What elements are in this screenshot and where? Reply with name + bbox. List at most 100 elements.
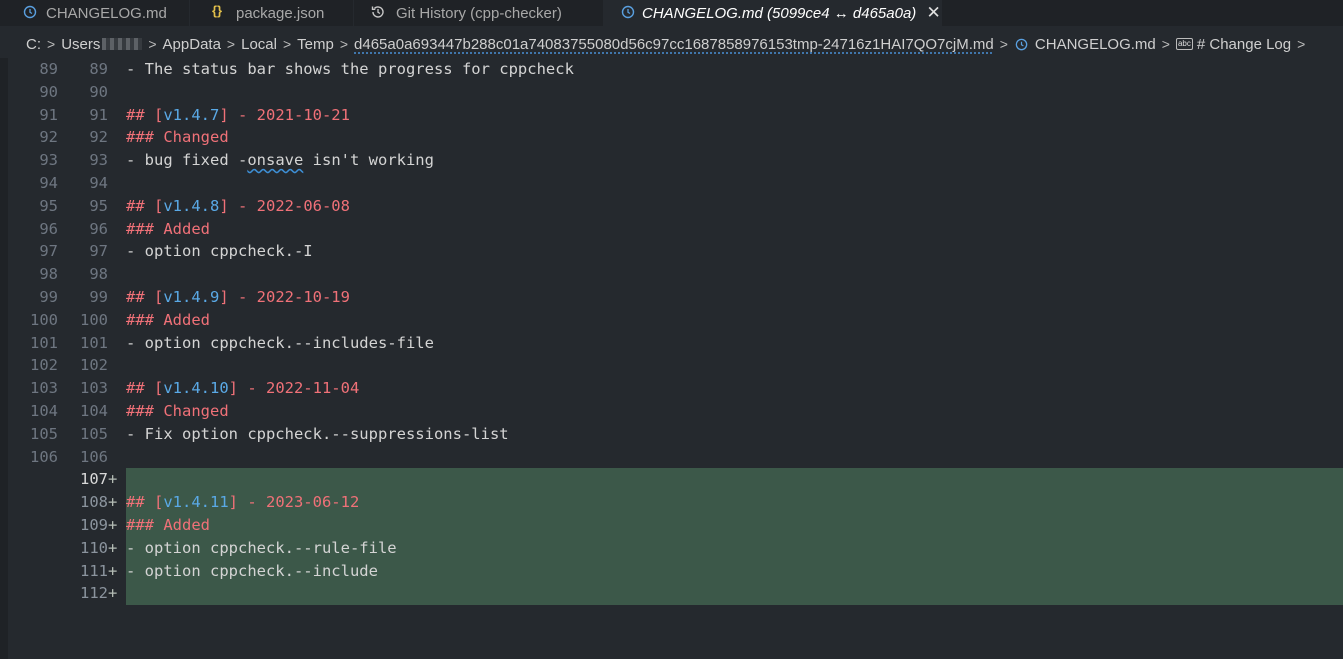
code-token: ] - 2022-10-19 xyxy=(219,288,350,306)
close-icon[interactable]: ✕ xyxy=(926,3,941,23)
modified-line-number: 90 xyxy=(89,82,108,101)
version-link[interactable]: v1.4.8 xyxy=(163,197,219,215)
code-line[interactable]: 97 97 - option cppcheck.-I xyxy=(0,240,1343,263)
version-link[interactable]: v1.4.9 xyxy=(163,288,219,306)
added-code-line[interactable]: 111 + - option cppcheck.--include xyxy=(0,559,1343,583)
code-line[interactable]: 102 102 xyxy=(0,354,1343,377)
breadcrumb-users[interactable]: Users xyxy=(61,36,100,53)
code-line[interactable]: 106 106 xyxy=(0,446,1343,469)
diff-editor[interactable]: 89 89 - The status bar shows the progress … xyxy=(0,58,1343,659)
original-line-number: 96 xyxy=(39,219,58,238)
original-line-number: 89 xyxy=(39,60,58,78)
tab-changelog-diff[interactable]: CHANGELOG.md (5099ce4 ↔ d465a0a) ✕ xyxy=(604,0,942,26)
code-line[interactable]: 103 103 ## [v1.4.10] - 2022-11-04 xyxy=(0,377,1343,400)
code-line[interactable]: 91 91 ## [v1.4.7] - 2021-10-21 xyxy=(0,104,1343,127)
modified-line-number: 92 xyxy=(89,128,108,147)
chevron-right-icon: > xyxy=(1161,36,1170,52)
original-line-number: 97 xyxy=(39,242,58,261)
chevron-right-icon: > xyxy=(1297,36,1306,52)
code-text: - The status bar shows the progress for … xyxy=(126,58,574,81)
tab-changelog[interactable]: CHANGELOG.md xyxy=(0,0,190,26)
code-line[interactable]: 93 93 - bug fixed -onsave isn't working xyxy=(0,149,1343,172)
string-symbol-icon: abc xyxy=(1175,38,1193,50)
code-token: ### Added xyxy=(126,219,210,238)
modified-line-number: 106 xyxy=(80,447,108,466)
code-line[interactable]: 90 90 xyxy=(0,81,1343,104)
version-link[interactable]: v1.4.7 xyxy=(163,106,219,124)
code-token: - option cppcheck.-I xyxy=(126,242,313,261)
code-line[interactable]: 96 96 ### Added xyxy=(0,218,1343,241)
code-line[interactable]: 104 104 ### Changed xyxy=(0,400,1343,423)
code-line[interactable]: 99 99 ## [v1.4.9] - 2022-10-19 xyxy=(0,286,1343,309)
code-line[interactable]: 94 94 xyxy=(0,172,1343,195)
code-text: ## [v1.4.9] - 2022-10-19 xyxy=(126,286,350,309)
breadcrumb-drive[interactable]: C: xyxy=(26,36,41,53)
original-line-number: 99 xyxy=(39,288,58,306)
code-text: - option cppcheck.--rule-file xyxy=(126,537,397,560)
code-token: ### Added xyxy=(126,516,210,534)
added-line-highlight xyxy=(126,514,1343,537)
code-token: - option cppcheck.--rule-file xyxy=(126,538,397,557)
modified-line-number: 110 xyxy=(80,538,108,557)
code-token: - The status bar shows the progress for … xyxy=(126,60,574,78)
breadcrumb-temp[interactable]: Temp xyxy=(297,36,334,53)
breadcrumb-appdata[interactable]: AppData xyxy=(163,36,221,53)
original-line-number: 93 xyxy=(39,151,58,170)
code-text: ### Changed xyxy=(126,400,229,423)
code-text: - option cppcheck.--include xyxy=(126,560,378,583)
modified-line-number: 104 xyxy=(80,402,108,420)
breadcrumb-symbol[interactable]: # Change Log xyxy=(1197,36,1291,53)
tab-package-json[interactable]: {} package.json xyxy=(190,0,354,26)
original-line-number: 94 xyxy=(39,174,58,192)
code-token: ### Changed xyxy=(126,128,229,147)
modified-line-number: 107 xyxy=(80,470,108,489)
code-line[interactable]: 92 92 ### Changed xyxy=(0,126,1343,149)
tab-label: package.json xyxy=(236,4,325,22)
chevron-right-icon: > xyxy=(339,36,349,52)
breadcrumb: C: > Users > AppData > Local > Temp > d4… xyxy=(0,33,1343,55)
code-line[interactable]: 100 100 ### Added xyxy=(0,309,1343,332)
modified-line-number: 111 xyxy=(80,561,108,580)
original-line-number: 90 xyxy=(39,82,58,101)
code-line[interactable]: 101 101 - option cppcheck.--includes-file xyxy=(0,332,1343,355)
breadcrumb-tmpfile[interactable]: d465a0a693447b288c01a74083755080d56c97cc… xyxy=(354,36,994,53)
added-line-highlight xyxy=(126,468,1343,492)
code-text: ### Added xyxy=(126,309,210,332)
original-line-number: 92 xyxy=(39,128,58,147)
code-token: ## [ xyxy=(126,288,164,306)
code-line[interactable]: 95 95 ## [v1.4.8] - 2022-06-08 xyxy=(0,195,1343,218)
code-text: - bug fixed -onsave isn't working xyxy=(126,149,434,172)
diff-plus-icon: + xyxy=(108,516,118,534)
original-line-number: 101 xyxy=(30,333,58,352)
version-link[interactable]: v1.4.10 xyxy=(163,379,228,397)
modified-line-number: 102 xyxy=(80,356,108,375)
code-line[interactable]: 105 105 - Fix option cppcheck.--suppressio… xyxy=(0,423,1343,446)
added-code-line[interactable]: 109 + ### Added xyxy=(0,514,1343,537)
code-line[interactable]: 98 98 xyxy=(0,263,1343,286)
breadcrumb-local[interactable]: Local xyxy=(241,36,277,53)
breadcrumb-file[interactable]: CHANGELOG.md xyxy=(1035,36,1156,53)
added-code-line[interactable]: 108 + ## [v1.4.11] - 2023-06-12 xyxy=(0,491,1343,514)
tab-label: Git History (cpp-checker) xyxy=(396,4,562,22)
added-code-line[interactable]: 112 + xyxy=(0,582,1343,606)
modified-line-number: 101 xyxy=(80,333,108,352)
original-line-number: 100 xyxy=(30,310,58,329)
redacted-username xyxy=(102,38,143,50)
modified-line-number: 95 xyxy=(89,196,108,215)
tab-git-history[interactable]: Git History (cpp-checker) xyxy=(354,0,604,26)
tab-label: CHANGELOG.md xyxy=(46,4,167,22)
code-line[interactable]: 89 89 - The status bar shows the progress … xyxy=(0,58,1343,81)
modified-line-number: 89 xyxy=(89,60,108,78)
code-token: ### Changed xyxy=(126,402,229,420)
braces-icon: {} xyxy=(212,3,223,18)
code-text: ### Added xyxy=(126,514,210,537)
history-clock-icon xyxy=(23,5,37,19)
original-line-number: 103 xyxy=(30,379,58,398)
history-clock-icon xyxy=(1015,38,1028,50)
modified-line-number: 108 xyxy=(80,493,108,512)
version-link[interactable]: v1.4.11 xyxy=(163,493,228,511)
added-code-line[interactable]: 110 + - option cppcheck.--rule-file xyxy=(0,536,1343,560)
added-code-line[interactable]: 107 + xyxy=(0,468,1343,492)
modified-line-number: 99 xyxy=(89,288,108,306)
code-token: ] - 2021-10-21 xyxy=(219,105,350,124)
